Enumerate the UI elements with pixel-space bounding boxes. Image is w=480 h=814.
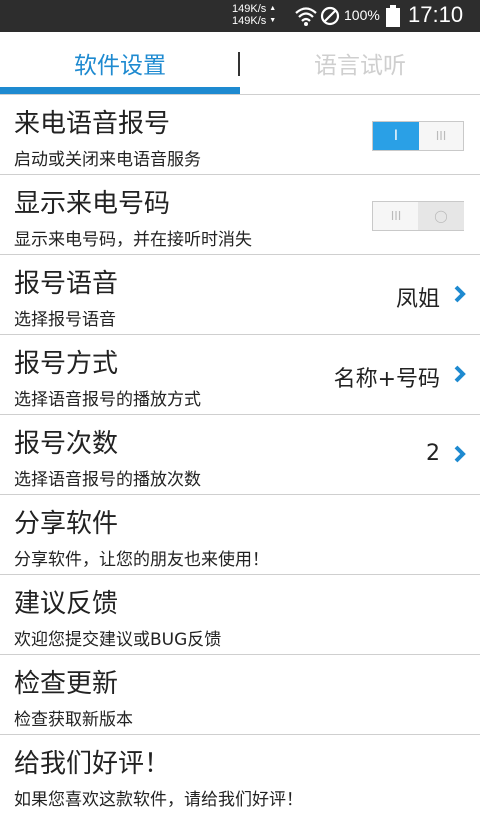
setting-rate-app[interactable]: 给我们好评！ 如果您喜欢这款软件，请给我们好评！ [0, 734, 480, 814]
toggle-off-mark: III [435, 129, 447, 143]
setting-title: 显示来电号码 [14, 189, 171, 219]
setting-title: 报号语音 [14, 269, 119, 299]
status-bar: 149K/s ▲ 149K/s ▼ 100% 17:10 [0, 0, 480, 32]
setting-subtitle: 选择语音报号的播放次数 [14, 470, 201, 490]
chevron-right-icon [454, 365, 466, 383]
battery-percent: 100% [344, 7, 380, 23]
setting-title: 检查更新 [14, 669, 119, 699]
chevron-right-icon [454, 285, 466, 303]
setting-announce-count[interactable]: 报号次数 选择语音报号的播放次数 2 [0, 414, 480, 494]
wifi-icon [295, 7, 317, 26]
setting-announce-voice[interactable]: 报号语音 选择报号语音 凤姐 [0, 254, 480, 334]
tab-language-preview[interactable]: 语言试听 [240, 32, 480, 94]
setting-title: 来电语音报号 [14, 109, 171, 139]
setting-title: 分享软件 [14, 509, 119, 539]
toggle-on-mark: I [393, 128, 399, 144]
tab-software-settings[interactable]: 软件设置 [0, 32, 240, 94]
toggle-off-half: III [373, 202, 419, 230]
setting-title: 给我们好评！ [14, 749, 171, 779]
network-speed: 149K/s ▲ 149K/s ▼ [232, 3, 276, 27]
toggle-on-half: I [373, 122, 419, 150]
speed-down-text: 149K/s [232, 15, 267, 27]
setting-share-app[interactable]: 分享软件 分享软件，让您的朋友也来使用！ [0, 494, 480, 574]
setting-subtitle: 分享软件，让您的朋友也来使用！ [14, 550, 269, 570]
toggle-knob: ◯ [418, 202, 464, 230]
setting-value: 凤姐 [395, 287, 440, 312]
speed-up-text: 149K/s [232, 3, 267, 15]
toggle-off-mark: III [390, 209, 402, 223]
setting-subtitle: 检查获取新版本 [14, 710, 133, 730]
setting-show-number[interactable]: 显示来电号码 显示来电号码，并在接听时消失 III ◯ [0, 174, 480, 254]
toggle-off-half: III [418, 122, 464, 150]
arrow-down-icon: ▼ [269, 17, 277, 24]
setting-value: 2 [426, 441, 440, 466]
setting-subtitle: 欢迎您提交建议或BUG反馈 [14, 630, 222, 650]
tab-active-indicator [0, 87, 240, 94]
setting-check-update[interactable]: 检查更新 检查获取新版本 [0, 654, 480, 734]
setting-feedback[interactable]: 建议反馈 欢迎您提交建议或BUG反馈 [0, 574, 480, 654]
setting-subtitle: 如果您喜欢这款软件，请给我们好评！ [14, 790, 303, 810]
voice-announce-toggle[interactable]: I III [372, 121, 464, 151]
chevron-right-icon [454, 445, 466, 463]
battery-icon [386, 5, 400, 27]
setting-title: 报号次数 [14, 429, 119, 459]
setting-announce-mode[interactable]: 报号方式 选择语音报号的播放方式 名称+号码 [0, 334, 480, 414]
show-number-toggle[interactable]: III ◯ [372, 201, 464, 231]
tab-bar: 软件设置 语言试听 [0, 32, 480, 94]
setting-subtitle: 启动或关闭来电语音服务 [14, 150, 201, 170]
setting-subtitle: 选择语音报号的播放方式 [14, 390, 201, 410]
setting-title: 建议反馈 [14, 589, 119, 619]
setting-subtitle: 选择报号语音 [14, 310, 116, 330]
arrow-up-icon: ▲ [269, 5, 277, 12]
setting-subtitle: 显示来电号码，并在接听时消失 [14, 230, 252, 250]
setting-title: 报号方式 [14, 349, 119, 379]
toggle-knob-mark: ◯ [434, 209, 448, 223]
no-sim-icon [320, 6, 340, 26]
setting-value: 名称+号码 [333, 367, 440, 392]
clock: 17:10 [408, 2, 464, 27]
setting-voice-announce[interactable]: 来电语音报号 启动或关闭来电语音服务 I III [0, 94, 480, 174]
